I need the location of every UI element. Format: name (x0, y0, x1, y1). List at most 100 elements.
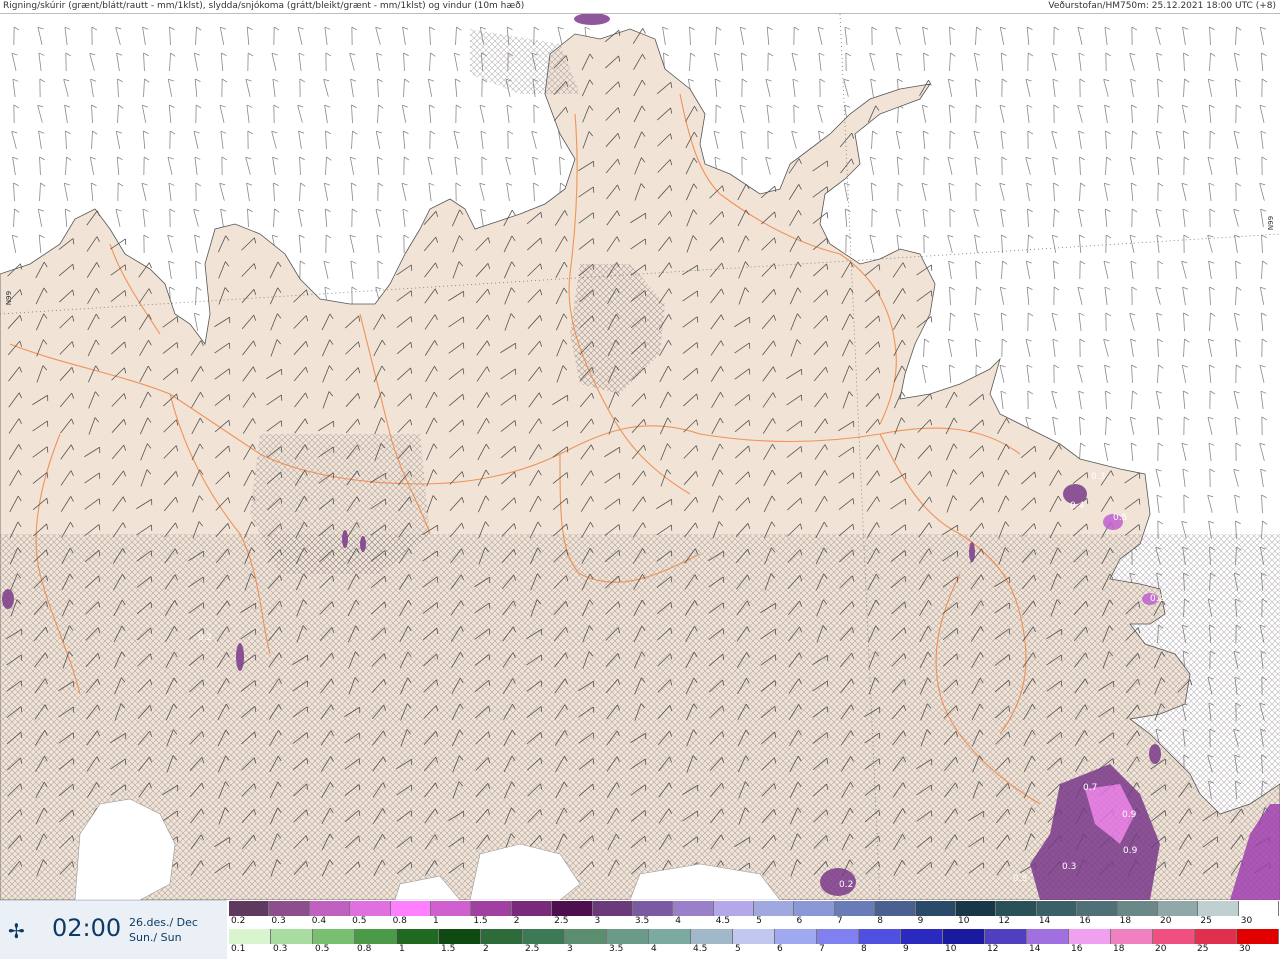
rain-swatch (859, 929, 901, 944)
snow-scale-labels: 0.2 0.3 0.4 0.5 0.8 1 1.5 2 2.5 3 3.5 4 4.5 5 6 7 8 9 10 12… (229, 916, 1279, 926)
rain-swatch (1195, 929, 1237, 944)
snow-label: 0.4 (311, 916, 327, 926)
snow-label: 8 (877, 916, 883, 926)
snow-label: 7 (836, 916, 843, 926)
precip-label: 0.5 (1113, 513, 1127, 523)
rain-label: 14 (1029, 944, 1041, 954)
snow-label: 18 (1119, 916, 1132, 926)
precip-label: 0.2 (198, 633, 212, 643)
rain-swatch (1069, 929, 1111, 944)
snow-swatch (956, 901, 997, 916)
rain-label: 25 (1197, 944, 1209, 954)
snow-swatch (875, 901, 916, 916)
map-canvas: 0.3 0.4 0.5 0.2 0.5 0.7 0.9 0.9 0.3 0.2 0.2 (0, 14, 1280, 900)
rain-swatch (607, 929, 649, 944)
snow-label: 4 (675, 916, 682, 926)
forecast-time: 02:00 (52, 914, 122, 942)
rain-label: 0.8 (357, 944, 372, 954)
rain-swatch (397, 929, 439, 944)
rain-label: 5 (735, 944, 741, 954)
rain-swatch (985, 929, 1027, 944)
snow-label: 4.5 (715, 916, 731, 926)
precip-label: 0.7 (1083, 783, 1097, 793)
rain-label: 12 (987, 944, 999, 954)
precip-label: 0.3 (1062, 862, 1076, 872)
grid-label-left: N99 (5, 290, 14, 306)
rain-label: 4 (651, 944, 657, 954)
snow-swatch (632, 901, 674, 916)
rain-label: 2.5 (525, 944, 540, 954)
rain-label: 3 (567, 944, 573, 954)
snow-label: 5 (756, 916, 762, 926)
rain-color-scale (229, 929, 1279, 944)
rain-swatch (817, 929, 859, 944)
snow-swatch (269, 901, 310, 916)
snow-swatch (1238, 901, 1280, 916)
rain-label: 0.1 (231, 944, 246, 954)
snow-swatch (1198, 901, 1239, 916)
rain-swatch (733, 929, 775, 944)
rain-swatch (691, 929, 733, 944)
snow-label: 2 (513, 916, 520, 926)
rain-label: 18 (1113, 944, 1125, 954)
precip-label: 0.2 (1150, 594, 1164, 604)
snow-swatch (794, 901, 835, 916)
snow-swatch (350, 901, 391, 916)
snow-swatch (754, 901, 795, 916)
snow-label: 14 (1038, 916, 1051, 926)
forecast-logo-icon: ✢ (8, 919, 25, 943)
rain-swatch (565, 929, 607, 944)
snow-swatch (713, 901, 755, 916)
legend-footer: ✢ 02:00 26.des./ Dec Sun./ Sun 0.2 0.3 0.4… (0, 900, 1280, 959)
rain-swatch (943, 929, 985, 944)
snow-label: 16 (1079, 916, 1091, 926)
rain-swatch (649, 929, 691, 944)
rain-label: 10 (945, 944, 957, 954)
rain-swatch (229, 929, 271, 944)
weather-map[interactable]: 0.3 0.4 0.5 0.2 0.5 0.7 0.9 0.9 0.3 0.2 0.2 N99 N9… (0, 14, 1280, 900)
snow-swatch (430, 901, 472, 916)
snow-label: 0.3 (271, 916, 286, 926)
rain-scale-labels: 0.1 0.3 0.5 0.8 1 1.5 2 2.5 3 3.5 4 4.5 5 6 7 8 9 10 12 14 1… (229, 944, 1279, 954)
snow-swatch (390, 901, 431, 916)
model-run-info: Veðurstofan/HM750m: 25.12.2021 18:00 UTC… (1048, 1, 1276, 11)
snow-color-scale (229, 901, 1280, 916)
time-panel[interactable]: ✢ 02:00 26.des./ Dec Sun./ Sun (0, 900, 227, 959)
snow-swatch (471, 901, 512, 916)
snow-label: 9 (917, 916, 924, 926)
rain-swatch (775, 929, 817, 944)
snow-swatch (915, 901, 957, 916)
snow-swatch (309, 901, 351, 916)
rain-label: 7 (819, 944, 825, 954)
snow-label: 12 (998, 916, 1010, 926)
rain-swatch (313, 929, 355, 944)
map-header: Rigning/skúrir (grænt/blátt/rautt - mm/1… (0, 0, 1280, 14)
rain-swatch (1153, 929, 1195, 944)
rain-label: 4.5 (693, 944, 708, 954)
rain-label: 2 (483, 944, 489, 954)
legend-title: Rigning/skúrir (grænt/blátt/rautt - mm/1… (3, 1, 525, 11)
rain-label: 6 (777, 944, 783, 954)
rain-label: 0.5 (315, 944, 330, 954)
snow-label: 25 (1200, 916, 1212, 926)
rain-label: 1 (399, 944, 405, 954)
precip-label: 0.4 (1070, 501, 1085, 511)
forecast-date: 26.des./ Dec (129, 916, 198, 929)
snow-swatch (1077, 901, 1118, 916)
snow-swatch (552, 901, 593, 916)
rain-swatch (1027, 929, 1069, 944)
rain-label: 16 (1071, 944, 1083, 954)
snow-label: 10 (958, 916, 970, 926)
rain-label: 9 (903, 944, 909, 954)
rain-label: 20 (1155, 944, 1167, 954)
snow-swatch (1117, 901, 1158, 916)
rain-swatch (439, 929, 481, 944)
snow-swatch (834, 901, 876, 916)
rain-swatch (901, 929, 943, 944)
rain-swatch (355, 929, 397, 944)
snow-swatch (1036, 901, 1078, 916)
snow-label: 30 (1240, 916, 1253, 926)
snow-label: 2.5 (554, 916, 569, 926)
rain-swatch (1237, 929, 1279, 944)
snow-label: 3 (594, 916, 601, 926)
